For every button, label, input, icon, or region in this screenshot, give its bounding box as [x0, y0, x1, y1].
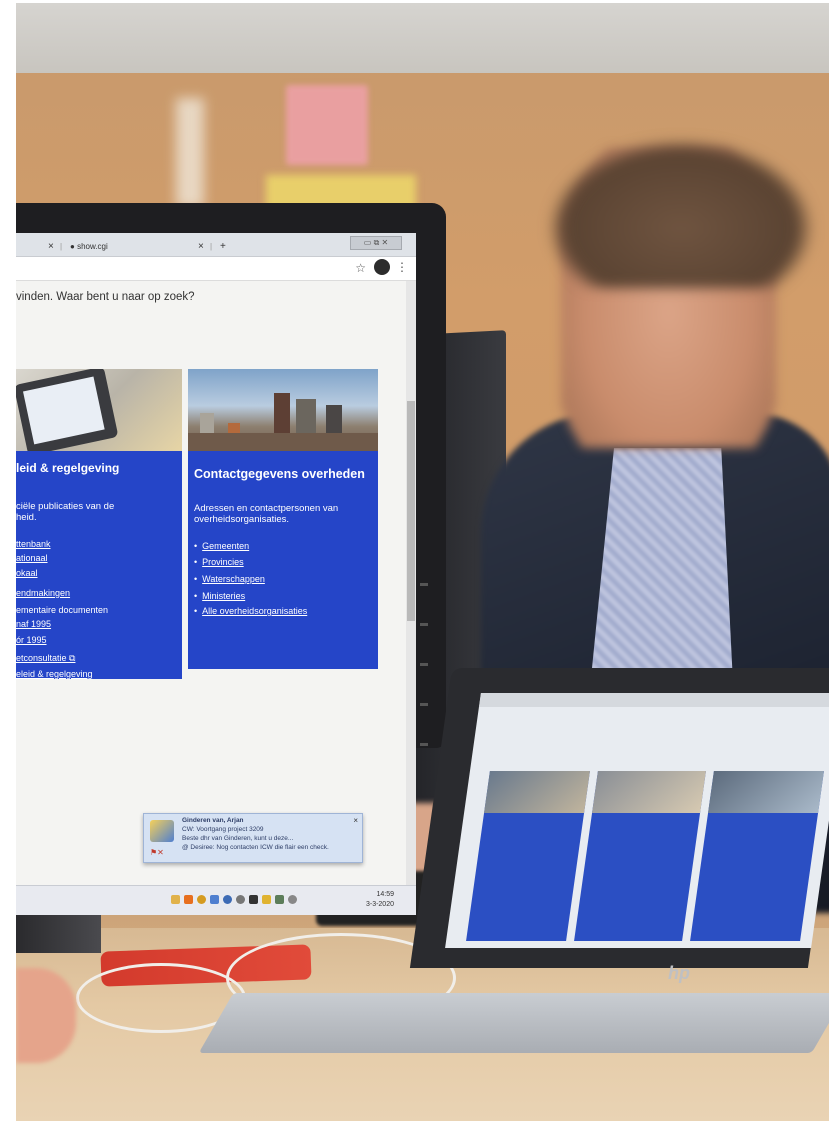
monitor-screen: × | ● show.cgi × | + ▭ ⧉ ✕ ☆ ⋮ vinden. W…	[16, 233, 416, 915]
monitor-button[interactable]	[420, 623, 428, 626]
clock-time: 14:59	[376, 891, 394, 898]
link-parlementaire-documenten[interactable]: ementaire documenten	[16, 605, 108, 615]
building-row	[188, 433, 378, 451]
notification-preview: Beste dhr van Ginderen, kunt u deze...	[182, 835, 294, 842]
clock-date: 3-3-2020	[365, 901, 394, 908]
laptop-card	[690, 771, 824, 941]
windows-taskbar: 14:59 3-3-2020	[16, 885, 416, 915]
monitor-button[interactable]	[420, 583, 428, 586]
monitor-button[interactable]	[420, 703, 428, 706]
chrome-icon[interactable]	[197, 895, 206, 904]
tab-divider: |	[60, 242, 63, 251]
link-provincies[interactable]: Provincies	[194, 557, 244, 567]
main-monitor: × | ● show.cgi × | + ▭ ⧉ ✕ ☆ ⋮ vinden. W…	[16, 203, 446, 915]
link-voor-1995[interactable]: ór 1995	[16, 635, 47, 645]
card-photo-tablet	[16, 369, 182, 451]
tab-divider: |	[210, 242, 213, 251]
link-bekendmakingen[interactable]: endmakingen	[16, 588, 70, 598]
link-internetconsultatie[interactable]: etconsultatie ⧉	[16, 653, 75, 664]
card-intro: ciële publicaties van de heid.	[16, 501, 115, 523]
outlook-icon[interactable]	[184, 895, 193, 904]
monitor-button[interactable]	[420, 663, 428, 666]
link-alle-overheidsorganisaties[interactable]: Alle overheidsorganisaties	[194, 606, 307, 616]
tablet-image	[16, 369, 119, 451]
link-lokaal[interactable]: okaal	[16, 568, 38, 578]
app-icon[interactable]	[210, 895, 219, 904]
scroll-thumb[interactable]	[407, 401, 415, 621]
laptop-card	[574, 771, 706, 941]
globe-icon: ●	[70, 242, 78, 251]
extension-icon[interactable]	[374, 259, 390, 275]
sticky-note-pink	[286, 85, 368, 165]
link-ministeries[interactable]: Ministeries	[194, 591, 245, 601]
mail-icon	[150, 820, 174, 842]
address-bar: ☆ ⋮	[16, 257, 416, 281]
taskbar-clock[interactable]: 14:59 3-3-2020	[366, 890, 394, 910]
shield-icon[interactable]	[249, 895, 258, 904]
notification-preview: @ Desiree: Nog contacten ICW die flair e…	[182, 844, 329, 851]
tab-show-cgi[interactable]: ● show.cgi	[70, 237, 108, 257]
flag-icon[interactable]: ⚑✕	[150, 848, 164, 857]
tab-close-button[interactable]: ×	[198, 237, 204, 257]
card-intro: Adressen en contactpersonen van overheid…	[194, 503, 339, 525]
link-vanaf-1995[interactable]: naf 1995	[16, 619, 51, 629]
card-contactgegevens[interactable]: Contactgegevens overheden Adressen en co…	[188, 369, 378, 669]
notification-subject: CW: Voortgang project 3209	[182, 826, 264, 833]
link-waterschappen[interactable]: Waterschappen	[194, 574, 265, 584]
laptop-base	[198, 993, 829, 1053]
folder-icon[interactable]	[171, 895, 180, 904]
link-gemeenten[interactable]: Gemeenten	[194, 541, 249, 551]
battery-icon[interactable]	[275, 895, 284, 904]
person-hair	[546, 138, 816, 288]
notification-sender: Ginderen van, Arjan	[182, 817, 244, 824]
window-controls[interactable]: ▭ ⧉ ✕	[350, 236, 402, 250]
page-question: vinden. Waar bent u naar op zoek?	[16, 291, 195, 303]
settings-icon[interactable]	[236, 895, 245, 904]
bookmark-star-icon[interactable]: ☆	[355, 261, 366, 275]
network-icon[interactable]	[223, 895, 232, 904]
link-nationaal[interactable]: ationaal	[16, 553, 48, 563]
volume-icon[interactable]	[288, 895, 297, 904]
card-wet-regelgeving[interactable]: leid & regelgeving ciële publicaties van…	[16, 369, 182, 679]
card-title: Contactgegevens overheden	[194, 467, 365, 481]
ceiling	[16, 3, 829, 73]
page-scrollbar[interactable]	[406, 281, 416, 901]
security-icon[interactable]	[262, 895, 271, 904]
close-icon[interactable]: ×	[353, 816, 358, 825]
tab-label: show.cgi	[77, 242, 108, 251]
card-title: leid & regelgeving	[16, 461, 120, 475]
link-wettenbank[interactable]: ttenbank	[16, 539, 51, 549]
email-notification-popup[interactable]: Ginderen van, Arjan CW: Voortgang projec…	[143, 813, 363, 863]
browser-tabbar: × | ● show.cgi × | + ▭ ⧉ ✕	[16, 233, 416, 257]
hp-logo: hp	[668, 963, 690, 983]
monitor-button[interactable]	[420, 743, 428, 746]
new-tab-button[interactable]: +	[220, 237, 226, 257]
office-photo: × | ● show.cgi × | + ▭ ⧉ ✕ ☆ ⋮ vinden. W…	[16, 3, 829, 1121]
card-photo-skyline	[188, 369, 378, 451]
laptop-browser-bar	[478, 693, 829, 707]
laptop-card	[466, 771, 590, 941]
link-beleid-regelgeving[interactable]: eleid & regelgeving	[16, 669, 93, 679]
browser-menu-icon[interactable]: ⋮	[396, 260, 408, 274]
wall-paper	[176, 98, 204, 208]
laptop-screen	[445, 693, 829, 948]
tab-close-button[interactable]: ×	[48, 237, 54, 257]
